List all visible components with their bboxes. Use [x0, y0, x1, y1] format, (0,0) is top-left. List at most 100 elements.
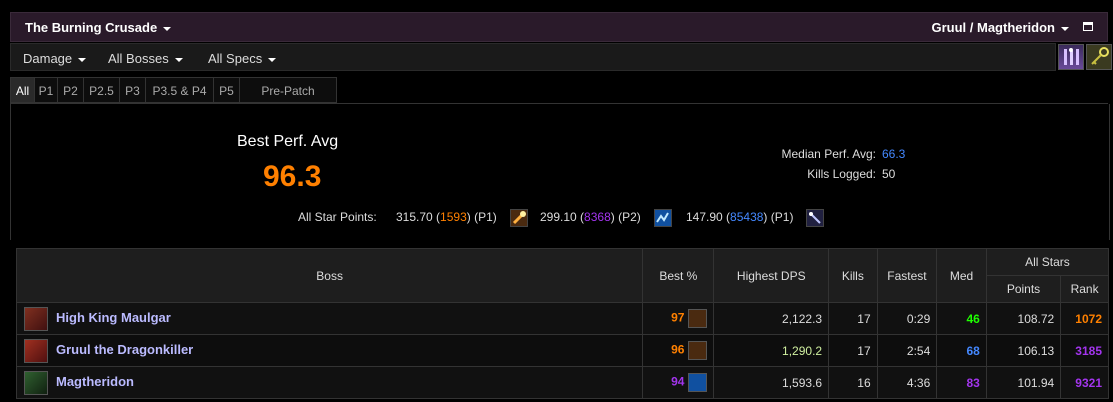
best-value: 97: [671, 310, 685, 325]
star-rank: 1593: [440, 210, 467, 224]
star-phase: (P1): [770, 210, 794, 224]
star-rank: 8368: [584, 210, 611, 224]
filter-bar: Damage All Bosses All Specs: [10, 43, 1056, 71]
fire-spec-icon: [688, 309, 708, 328]
window-icon[interactable]: [1083, 22, 1093, 31]
star-phase: (P2): [618, 210, 641, 224]
rank-cell: 9321: [1060, 366, 1109, 399]
maulgar-portrait-icon: [24, 306, 48, 331]
boss-cell: Magtheridon: [15, 366, 644, 399]
arcane-spec-icon: [806, 209, 824, 227]
med-cell: 68: [936, 334, 987, 367]
rank-header[interactable]: Rank: [1060, 275, 1109, 303]
star-points: 147.90: [686, 210, 723, 224]
fastest-header[interactable]: Fastest: [876, 248, 938, 303]
median-value: 66.3: [882, 147, 906, 161]
best-header[interactable]: Best %: [642, 248, 715, 303]
boss-rankings-table: Boss Best % Highest DPS Kills Fastest Me…: [15, 248, 1110, 399]
star-entry: 299.10 (8368) (P2): [540, 210, 641, 224]
dps-header[interactable]: Highest DPS: [713, 248, 830, 303]
med-cell: 83: [936, 366, 987, 399]
caret-down-icon: [1061, 26, 1069, 31]
kills-cell: 17: [828, 334, 878, 367]
kills-cell: 16: [828, 366, 878, 399]
frost-spec-icon: [688, 373, 708, 392]
boss-name-link[interactable]: Magtheridon: [56, 374, 134, 389]
fastest-cell: 2:54: [876, 334, 938, 367]
allstars-header: All Stars: [985, 248, 1110, 276]
specs-dropdown[interactable]: All Specs: [208, 51, 277, 66]
all-star-label: All Star Points:: [298, 210, 377, 224]
med-cell: 46: [936, 302, 987, 335]
frost-spec-icon: [654, 209, 672, 227]
bosses-dropdown[interactable]: All Bosses: [108, 51, 183, 66]
zone-dropdown[interactable]: Gruul / Magtheridon: [931, 20, 1069, 35]
rank-cell: 1072: [1060, 302, 1109, 335]
caret-down-icon: [174, 57, 183, 62]
specs-label: All Specs: [208, 51, 263, 66]
kills-value: 50: [882, 167, 896, 181]
best-value: 94: [671, 374, 685, 389]
dps-cell: 1,593.6: [713, 366, 830, 399]
fire-spec-icon: [688, 341, 708, 360]
fastest-cell: 0:29: [876, 302, 938, 335]
kills-label: Kills Logged:: [807, 167, 876, 181]
table-row[interactable]: High King Maulgar 97 2,122.3 17 0:29 46 …: [15, 302, 1109, 335]
boss-name-link[interactable]: High King Maulgar: [56, 310, 171, 325]
median-label: Median Perf. Avg:: [781, 147, 877, 161]
caret-down-icon: [163, 26, 172, 31]
tab-pre-patch[interactable]: Pre-Patch: [240, 77, 337, 103]
star-points: 299.10: [540, 210, 577, 224]
tab-p3-5-p4[interactable]: P3.5 & P4: [146, 77, 214, 103]
bosses-label: All Bosses: [108, 51, 169, 66]
best-cell: 96: [642, 334, 715, 367]
fire-spec-icon: [510, 209, 528, 227]
dps-cell: 1,290.2: [713, 334, 830, 367]
med-header[interactable]: Med: [936, 248, 987, 303]
best-cell: 94: [642, 366, 715, 399]
dps-cell: 2,122.3: [713, 302, 830, 335]
caret-down-icon: [78, 57, 87, 62]
boss-name-link[interactable]: Gruul the Dragonkiller: [56, 342, 193, 357]
points-header[interactable]: Points: [985, 275, 1062, 303]
expansion-label: The Burning Crusade: [25, 20, 158, 35]
tab-p2-5[interactable]: P2.5: [84, 77, 120, 103]
caret-down-icon: [268, 57, 277, 62]
expansion-dropdown[interactable]: The Burning Crusade: [25, 20, 172, 35]
rank-cell: 3185: [1060, 334, 1109, 367]
tab-p1[interactable]: P1: [35, 77, 58, 103]
points-cell: 108.72: [985, 302, 1062, 335]
zone-label: Gruul / Magtheridon: [931, 20, 1056, 35]
boss-cell: High King Maulgar: [15, 302, 644, 335]
points-cell: 106.13: [985, 334, 1062, 367]
star-entry: 315.70 (1593) (P1): [396, 210, 497, 224]
phase-tabs: All P1 P2 P2.5 P3 P3.5 & P4 P5 Pre-Patch: [10, 73, 1108, 104]
magtheridon-portrait-icon: [24, 370, 48, 395]
star-rank: 85438: [730, 210, 764, 224]
zone-header: The Burning Crusade Gruul / Magtheridon: [10, 12, 1108, 42]
star-entry: 147.90 (85438) (P1): [686, 210, 794, 224]
metric-dropdown[interactable]: Damage: [23, 51, 87, 66]
class-icon[interactable]: [1058, 44, 1084, 70]
key-icon[interactable]: [1086, 44, 1112, 70]
table-row[interactable]: Magtheridon 94 1,593.6 16 4:36 83 101.94…: [15, 366, 1109, 399]
tab-all[interactable]: All: [10, 77, 35, 103]
points-cell: 101.94: [985, 366, 1062, 399]
fastest-cell: 4:36: [876, 366, 938, 399]
best-perf-label: Best Perf. Avg: [237, 133, 339, 150]
table-row[interactable]: Gruul the Dragonkiller 96 1,290.2 17 2:5…: [15, 334, 1109, 367]
star-phase: (P1): [474, 210, 497, 224]
kills-cell: 17: [828, 302, 878, 335]
star-points: 315.70: [396, 210, 433, 224]
gruul-portrait-icon: [24, 338, 48, 363]
boss-header[interactable]: Boss: [15, 248, 644, 303]
kills-header[interactable]: Kills: [828, 248, 878, 303]
boss-cell: Gruul the Dragonkiller: [15, 334, 644, 367]
best-cell: 97: [642, 302, 715, 335]
best-perf-value: 96.3: [263, 160, 322, 193]
tab-p2[interactable]: P2: [58, 77, 84, 103]
best-value: 96: [671, 342, 685, 357]
tab-p5[interactable]: P5: [214, 77, 240, 103]
tab-p3[interactable]: P3: [120, 77, 146, 103]
metric-label: Damage: [23, 51, 73, 66]
